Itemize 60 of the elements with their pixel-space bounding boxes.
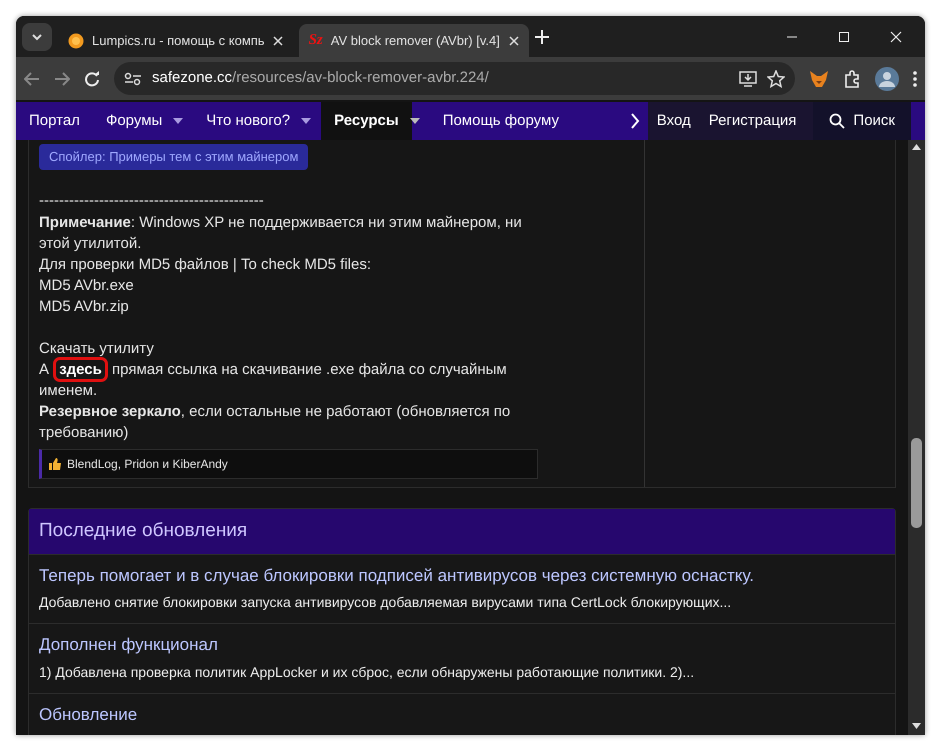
star-icon[interactable] [767, 70, 785, 88]
nav-tab[interactable]: Ресурсы [321, 102, 412, 140]
back-icon[interactable] [24, 72, 40, 86]
section-title: Последние обновления [29, 509, 895, 554]
fox-icon[interactable] [809, 70, 829, 88]
install-icon[interactable] [739, 70, 757, 86]
reactions-text: BlendLog, Pridon и KiberAndy [67, 456, 228, 473]
caret-icon[interactable] [301, 118, 312, 124]
browser-tab[interactable]: Sz AV block remover (AVbr) [v.4] [298, 24, 529, 57]
caret-icon[interactable] [410, 118, 420, 124]
close-icon[interactable] [272, 36, 283, 46]
nav-tab[interactable]: Помощь форуму [430, 102, 572, 140]
nav-tab[interactable]: Портал [16, 102, 93, 140]
reload-icon[interactable] [84, 70, 100, 86]
post-text: MD5 AVbr.zip [39, 297, 130, 317]
search-button[interactable]: Поиск [813, 102, 911, 140]
plus-icon[interactable] [534, 30, 549, 44]
update-summary: Добавлено снятие блокировки запуска антивирусов добавляемая вирусами типа CertLock блокирующих... [39, 593, 732, 612]
divider-text: --------------------------------------------- [39, 190, 265, 210]
download-link[interactable]: здесь [53, 357, 108, 382]
close-icon[interactable] [508, 36, 519, 46]
scroll-up-icon[interactable] [912, 144, 921, 150]
caret-icon[interactable] [173, 118, 184, 124]
nav-tab[interactable]: Форумы [92, 102, 176, 140]
account-link[interactable]: Регистрация [700, 102, 806, 140]
tab-search-button[interactable] [22, 22, 52, 50]
account-link[interactable]: Вход [648, 102, 700, 140]
post-text: А здесь прямая ссылка на скачивание .exe файла со случайным именем. [39, 359, 537, 401]
chevron-down-icon [31, 32, 43, 40]
tab-title: Lumpics.ru - помощь с компь [92, 32, 265, 50]
puzzle-icon[interactable] [843, 70, 861, 88]
maximize-icon [838, 30, 850, 42]
post-text: MD5 AVbr.exe [39, 276, 135, 296]
post-text: Скачать утилиту [39, 339, 155, 359]
update-title[interactable]: Обновление [39, 702, 885, 727]
site-settings-icon [124, 72, 142, 86]
scrollbar[interactable] [908, 140, 925, 735]
more-icon[interactable] [913, 70, 917, 86]
address-bar[interactable]: safezone.cc/resources/av-block-remover-avbr.224/ [114, 62, 795, 95]
circle-icon [68, 32, 84, 48]
scroll-down-icon[interactable] [912, 723, 921, 729]
search-icon [829, 113, 846, 129]
post-text: Примечание: Windows XP не поддерживается ни этим майнером, ни этой утилитой. [39, 213, 523, 254]
spoiler-button[interactable]: Спойлер: Примеры тем с этим майнером [39, 144, 308, 170]
update-title[interactable]: Дополнен функционал [39, 632, 885, 658]
avatar-icon[interactable] [875, 66, 899, 90]
close-icon [890, 30, 902, 42]
post-text: Для проверки MD5 файлов | To check MD5 files: [39, 255, 372, 275]
thumbs-up-icon [48, 457, 62, 471]
update-title[interactable]: Теперь помогает и в случае блокировки подписей антивирусов через системную оснастку. [39, 562, 885, 588]
nav-tab[interactable]: Что нового? [193, 102, 304, 140]
update-summary: 1) Добавлена проверка политик AppLocker и их сброс, если обнаружены работающие политики. 2)... [39, 662, 696, 682]
post-text: Резервное зеркало, если остальные не работают (обновляется по требованию) [39, 402, 512, 443]
site-logo: Sz [308, 31, 323, 50]
scrollbar-thumb[interactable] [911, 438, 922, 528]
tab-title: AV block remover (AVbr) [v.4] [330, 32, 501, 50]
forward-icon[interactable] [54, 72, 70, 86]
chevron-right-icon[interactable] [630, 113, 640, 129]
url-text: safezone.cc/resources/av-block-remover-avbr.224/ [152, 68, 489, 88]
browser-tab[interactable]: Lumpics.ru - помощь с компь [58, 24, 293, 57]
